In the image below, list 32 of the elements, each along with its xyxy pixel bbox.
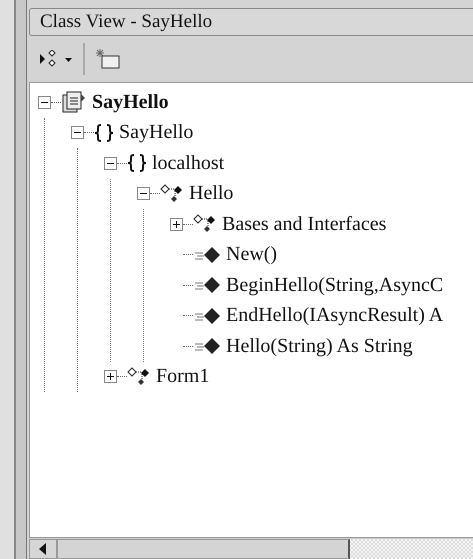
tree-item-label[interactable]: BeginHello(String,AsyncC xyxy=(226,274,444,297)
class-icon xyxy=(127,366,151,387)
method-icon xyxy=(193,306,221,325)
expand-button[interactable] xyxy=(170,218,183,231)
collapse-button[interactable] xyxy=(38,96,51,109)
plus-icon xyxy=(172,220,181,229)
collapse-button[interactable] xyxy=(104,156,117,170)
braces-icon xyxy=(127,154,147,172)
collapse-button[interactable] xyxy=(71,126,84,140)
tree-item-label[interactable]: Bases and Interfaces xyxy=(222,212,386,236)
braces-icon xyxy=(94,124,114,142)
tree-item-label[interactable]: SayHello xyxy=(92,90,169,114)
method-icon xyxy=(193,337,221,356)
tree-item-label[interactable]: New() xyxy=(226,243,278,266)
method-icon xyxy=(193,276,221,294)
tree-item-label[interactable]: SayHello xyxy=(119,121,194,144)
collapse-button[interactable] xyxy=(137,187,150,200)
left-arrow-icon xyxy=(39,543,47,555)
tree-item-label[interactable]: Hello xyxy=(189,182,234,206)
plus-icon xyxy=(106,372,115,382)
tree-item-label[interactable]: Form1 xyxy=(156,365,210,388)
window-title: Class View - SayHello xyxy=(29,8,473,36)
tree-item-label[interactable]: Hello(String) As String xyxy=(226,334,413,358)
scroll-left-button[interactable] xyxy=(29,539,57,559)
class-icon xyxy=(160,184,184,204)
horizontal-scrollbar[interactable] xyxy=(29,538,473,559)
class-icon xyxy=(193,214,217,234)
expand-button[interactable] xyxy=(104,370,117,384)
project-icon xyxy=(61,90,87,114)
tree-item-label[interactable]: EndHello(IAsyncResult) A xyxy=(226,304,444,328)
method-icon xyxy=(193,246,221,264)
tree-item-label[interactable]: localhost xyxy=(152,152,224,175)
